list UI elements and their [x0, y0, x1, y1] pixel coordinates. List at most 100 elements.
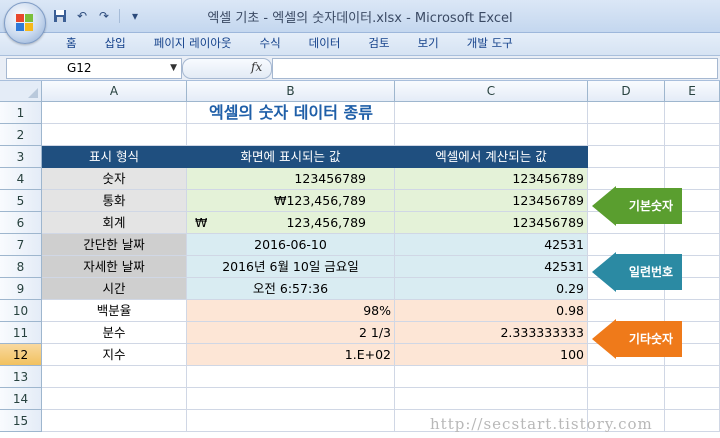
- row-header-2[interactable]: 2: [0, 124, 42, 146]
- row-header-10[interactable]: 10: [0, 300, 42, 322]
- header-format[interactable]: 표시 형식: [42, 146, 187, 168]
- row-header-6[interactable]: 6: [0, 212, 42, 234]
- column-header-a[interactable]: A: [42, 81, 187, 102]
- grid-cell[interactable]: [187, 366, 395, 388]
- grid-cell[interactable]: [665, 410, 720, 432]
- format-type-cell[interactable]: 회계: [42, 212, 187, 234]
- row-header-3[interactable]: 3: [0, 146, 42, 168]
- row-header-15[interactable]: 15: [0, 410, 42, 432]
- column-header-c[interactable]: C: [395, 81, 588, 102]
- spreadsheet-grid: A B C D E 1 2 3 4 5 6 7 8 9 10 11 12 13 14 15 엑셀의 숫자 데…: [0, 81, 720, 438]
- formula-input[interactable]: [272, 58, 718, 79]
- row-header-13[interactable]: 13: [0, 366, 42, 388]
- row-header-11[interactable]: 11: [0, 322, 42, 344]
- office-logo-icon: [16, 14, 34, 32]
- grid-cell[interactable]: [42, 366, 187, 388]
- grid-cell[interactable]: [187, 410, 395, 432]
- watermark: http://secstart.tistory.com: [430, 415, 653, 433]
- tab-developer[interactable]: 개발 도구: [467, 35, 513, 51]
- display-value-cell[interactable]: 2016년 6월 10일 금요일: [187, 256, 395, 278]
- row-header-8[interactable]: 8: [0, 256, 42, 278]
- name-box[interactable]: G12 ▼: [6, 58, 182, 79]
- callout-label: 일련번호: [628, 265, 674, 279]
- tab-formulas[interactable]: 수식: [259, 35, 280, 51]
- select-all-button[interactable]: [0, 81, 42, 102]
- display-value-cell[interactable]: 2 1/3: [187, 322, 395, 344]
- row-header-1[interactable]: 1: [0, 102, 42, 124]
- tab-home[interactable]: 홈: [66, 35, 77, 51]
- format-type-cell[interactable]: 지수: [42, 344, 187, 366]
- grid-cell[interactable]: [588, 124, 665, 146]
- grid-cell[interactable]: [665, 124, 720, 146]
- ribbon-tabs: 홈 삽입 페이지 레이아웃 수식 데이터 검토 보기 개발 도구: [0, 33, 720, 56]
- tab-page-layout[interactable]: 페이지 레이아웃: [154, 35, 232, 51]
- calculated-value-cell[interactable]: 123456789: [395, 168, 588, 190]
- grid-cell[interactable]: [665, 366, 720, 388]
- calculated-value-cell[interactable]: 2.333333333: [395, 322, 588, 344]
- tab-data[interactable]: 데이터: [309, 35, 341, 51]
- formula-bar: G12 ▼ fx: [0, 56, 720, 81]
- format-type-cell[interactable]: 시간: [42, 278, 187, 300]
- chevron-down-icon[interactable]: ▼: [170, 59, 177, 78]
- grid-cell[interactable]: [588, 366, 665, 388]
- callout-basic-number: 기본숫자: [592, 186, 684, 226]
- grid-cell[interactable]: [395, 124, 588, 146]
- calculated-value-cell[interactable]: 0.98: [395, 300, 588, 322]
- row-header-14[interactable]: 14: [0, 388, 42, 410]
- display-value-cell[interactable]: 오전 6:57:36: [187, 278, 395, 300]
- grid-cell[interactable]: [42, 102, 187, 124]
- tab-view[interactable]: 보기: [418, 35, 439, 51]
- header-calculated-value[interactable]: 엑셀에서 계산되는 값: [395, 146, 588, 168]
- row-header-12[interactable]: 12: [0, 344, 42, 366]
- sheet-title[interactable]: 엑셀의 숫자 데이터 종류: [187, 102, 395, 124]
- format-type-cell[interactable]: 숫자: [42, 168, 187, 190]
- column-header-e[interactable]: E: [665, 81, 720, 102]
- window-title: 엑셀 기초 - 엑셀의 숫자데이터.xlsx - Microsoft Excel: [207, 11, 513, 26]
- format-type-cell[interactable]: 간단한 날짜: [42, 234, 187, 256]
- column-header-d[interactable]: D: [588, 81, 665, 102]
- format-type-cell[interactable]: 백분율: [42, 300, 187, 322]
- grid-cell[interactable]: [588, 388, 665, 410]
- display-value-cell[interactable]: ₩123,456,789: [187, 212, 395, 234]
- grid-cell[interactable]: [588, 102, 665, 124]
- format-type-cell[interactable]: 자세한 날짜: [42, 256, 187, 278]
- row-header-9[interactable]: 9: [0, 278, 42, 300]
- grid-cell[interactable]: [42, 410, 187, 432]
- calculated-value-cell[interactable]: 100: [395, 344, 588, 366]
- display-value-cell[interactable]: 123456789: [187, 168, 395, 190]
- grid-cell[interactable]: [588, 146, 665, 168]
- grid-cell[interactable]: [665, 102, 720, 124]
- title-bar: ↶ ↷ ▾ 엑셀 기초 - 엑셀의 숫자데이터.xlsx - Microsoft…: [0, 0, 720, 33]
- calculated-value-cell[interactable]: 0.29: [395, 278, 588, 300]
- display-value-cell[interactable]: ₩123,456,789: [187, 190, 395, 212]
- format-type-cell[interactable]: 분수: [42, 322, 187, 344]
- display-value-cell[interactable]: 98%: [187, 300, 395, 322]
- insert-function-icon[interactable]: fx: [251, 60, 262, 74]
- grid-cell[interactable]: [42, 388, 187, 410]
- callout-other-number: 기타숫자: [592, 319, 684, 359]
- grid-cell[interactable]: [395, 102, 588, 124]
- grid-cell[interactable]: [187, 124, 395, 146]
- grid-cell[interactable]: [395, 388, 588, 410]
- row-header-5[interactable]: 5: [0, 190, 42, 212]
- header-display-value[interactable]: 화면에 표시되는 값: [187, 146, 395, 168]
- row-header-7[interactable]: 7: [0, 234, 42, 256]
- calculated-value-cell[interactable]: 42531: [395, 234, 588, 256]
- callout-label: 기본숫자: [628, 199, 674, 213]
- row-header-4[interactable]: 4: [0, 168, 42, 190]
- grid-cell[interactable]: [665, 388, 720, 410]
- office-button[interactable]: [4, 2, 46, 44]
- grid-cell[interactable]: [42, 124, 187, 146]
- tab-insert[interactable]: 삽입: [105, 35, 126, 51]
- grid-cell[interactable]: [395, 366, 588, 388]
- display-value-cell[interactable]: 1.E+02: [187, 344, 395, 366]
- tab-review[interactable]: 검토: [368, 35, 389, 51]
- format-type-cell[interactable]: 통화: [42, 190, 187, 212]
- grid-cell[interactable]: [187, 388, 395, 410]
- column-header-b[interactable]: B: [187, 81, 395, 102]
- calculated-value-cell[interactable]: 123456789: [395, 212, 588, 234]
- grid-cell[interactable]: [665, 146, 720, 168]
- calculated-value-cell[interactable]: 42531: [395, 256, 588, 278]
- display-value-cell[interactable]: 2016-06-10: [187, 234, 395, 256]
- calculated-value-cell[interactable]: 123456789: [395, 190, 588, 212]
